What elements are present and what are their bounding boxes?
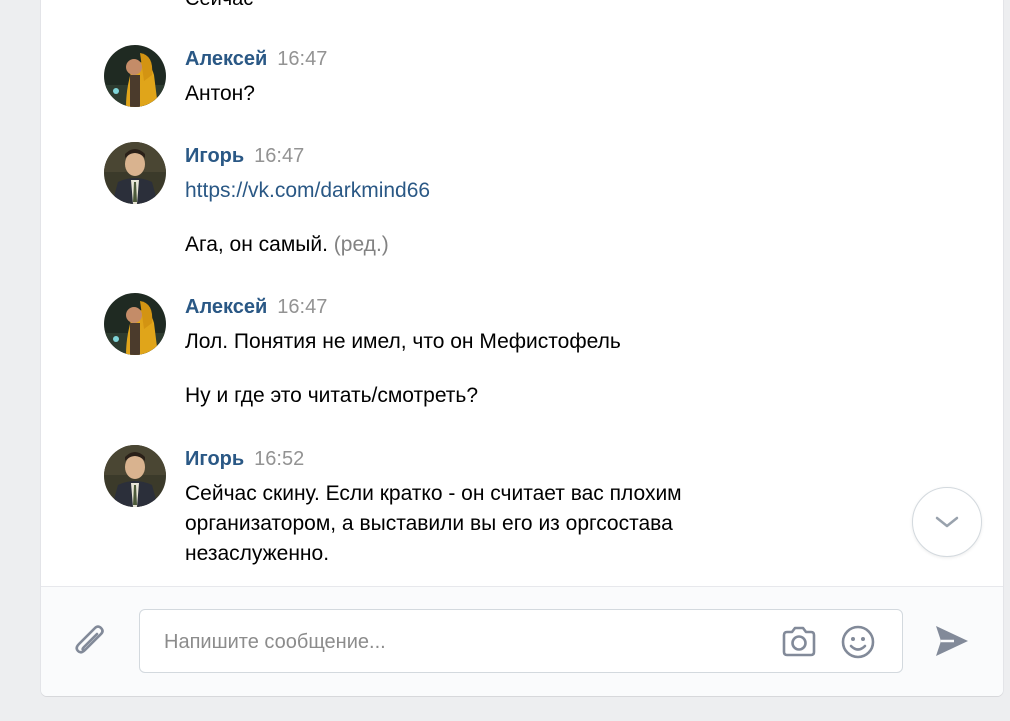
message-header: Игорь 16:47 <box>185 145 304 168</box>
attach-button[interactable] <box>71 622 111 667</box>
message-header: Игорь 16:52 <box>185 448 304 471</box>
message-text: организатором, а выставили вы его из орг… <box>185 512 673 535</box>
message-text: Ага, он самый. (ред.) <box>185 230 389 260</box>
message-time[interactable]: 16:47 <box>277 48 327 70</box>
message-header: Алексей 16:47 <box>185 296 327 319</box>
avatar[interactable] <box>104 293 166 355</box>
author-name[interactable]: Игорь <box>185 448 244 470</box>
edited-label: (ред.) <box>333 233 389 256</box>
avatar[interactable] <box>104 142 166 204</box>
message-text: Ну и где это читать/смотреть? <box>185 384 479 407</box>
message-text: Антон? <box>185 82 255 105</box>
message-input-box <box>139 609 903 674</box>
message-link[interactable]: https://vk.com/darkmind66 <box>185 176 430 206</box>
message-text: незаслуженно. <box>185 542 330 565</box>
emoji-button[interactable] <box>840 625 876 666</box>
send-button[interactable] <box>934 623 970 664</box>
message-text: Сейчас скину. Если кратко - он считает в… <box>185 482 682 505</box>
message-time[interactable]: 16:52 <box>254 448 304 470</box>
message-composer <box>41 586 1003 696</box>
send-arrow-icon <box>936 626 968 656</box>
scroll-down-button[interactable] <box>912 487 982 557</box>
smile-icon <box>841 625 875 659</box>
message-header: Алексей 16:47 <box>185 48 327 71</box>
message-text-content: Ага, он самый. <box>185 233 328 256</box>
message-time[interactable]: 16:47 <box>277 296 327 318</box>
message-time[interactable]: 16:47 <box>254 145 304 167</box>
avatar[interactable] <box>104 45 166 107</box>
avatar[interactable] <box>104 445 166 507</box>
chat-panel: Сейчас Алексей 16:47 Антон? <box>41 0 1003 696</box>
previous-message-fragment: Сейчас <box>185 0 253 11</box>
chevron-down-icon <box>935 516 959 528</box>
message-text: Лол. Понятия не имел, что он Мефистофель <box>185 330 621 353</box>
author-name[interactable]: Игорь <box>185 145 244 167</box>
paperclip-icon <box>75 625 104 654</box>
camera-button[interactable] <box>780 625 818 664</box>
camera-icon <box>782 626 816 657</box>
author-name[interactable]: Алексей <box>185 48 267 70</box>
message-input[interactable] <box>162 610 766 674</box>
author-name[interactable]: Алексей <box>185 296 267 318</box>
